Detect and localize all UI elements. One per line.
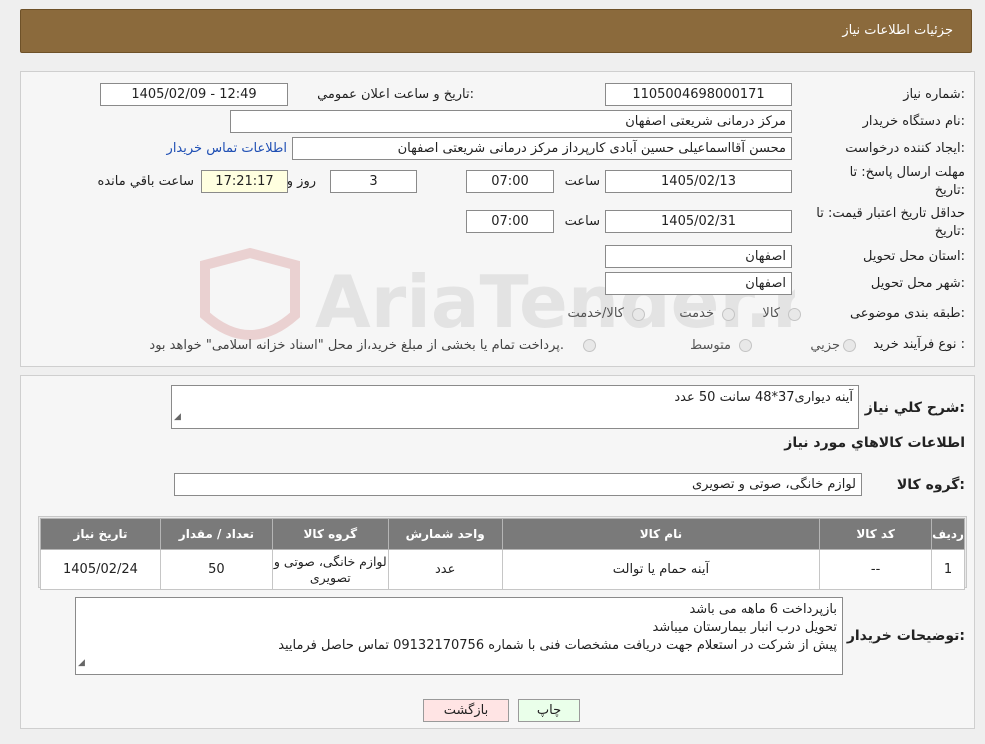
column-header-unit: واحد شمارش bbox=[387, 518, 503, 550]
category-option-goods: کالا bbox=[762, 306, 780, 321]
reply-days-label: روز و bbox=[286, 174, 316, 189]
cell-item-code: -- bbox=[819, 549, 933, 590]
purchase-type-radio-medium[interactable] bbox=[739, 339, 752, 352]
goods-group-field: لوازم خانگی، صوتی و تصویری bbox=[174, 473, 862, 496]
purchase-type-radio-treasury[interactable] bbox=[583, 339, 596, 352]
city-label: شهر محل تحويل: bbox=[870, 276, 965, 291]
column-header-goods-group: گروه کالا bbox=[271, 518, 389, 550]
buyer-notes-line: بازپرداخت 6 ماهه می باشد bbox=[689, 602, 837, 617]
province-label: استان محل تحويل: bbox=[863, 249, 965, 264]
purchase-type-label: نوع فرآیند خرید : bbox=[873, 337, 965, 352]
reply-deadline-time-label: ساعت bbox=[564, 174, 600, 189]
items-table: رديف کد کالا نام کالا واحد شمارش گروه کا… bbox=[40, 518, 965, 590]
purchase-type-option-medium: متوسط bbox=[690, 338, 731, 353]
description-textarea[interactable]: آینه دیواری37*48 سانت 50 عدد ◢ bbox=[171, 385, 859, 429]
buyer-notes-line: تحویل درب انبار بیمارستان میباشد bbox=[652, 620, 837, 635]
page-title: جزئیات اطلاعات نیاز bbox=[842, 23, 953, 38]
reply-days-field: 3 bbox=[330, 170, 417, 193]
price-validity-time-field: 07:00 bbox=[466, 210, 554, 233]
category-radio-service[interactable] bbox=[722, 308, 735, 321]
category-option-service: خدمت bbox=[679, 306, 714, 321]
header-bar: جزئیات اطلاعات نیاز bbox=[20, 9, 972, 53]
category-radio-goods-service[interactable] bbox=[632, 308, 645, 321]
reply-deadline-time-field: 07:00 bbox=[466, 170, 554, 193]
back-button[interactable]: بازگشت bbox=[423, 699, 509, 722]
purchase-type-radio-small[interactable] bbox=[843, 339, 856, 352]
goods-section-title: اطلاعات کالاهاي مورد نياز bbox=[784, 435, 965, 451]
price-validity-time-label: ساعت bbox=[564, 214, 600, 229]
price-validity-date-field: 1405/02/31 bbox=[605, 210, 792, 233]
buyer-notes-textarea[interactable]: بازپرداخت 6 ماهه می باشد تحویل درب انبار… bbox=[75, 597, 843, 675]
table-row: 1 -- آینه حمام یا توالت عدد لوازم خانگی،… bbox=[40, 549, 965, 590]
column-header-need-date: تاريخ نياز bbox=[40, 518, 161, 550]
column-header-row-number: رديف bbox=[931, 518, 965, 550]
resize-handle-icon[interactable]: ◢ bbox=[174, 408, 181, 426]
buyer-org-label: نام دستگاه خريدار: bbox=[862, 114, 965, 129]
buyer-contact-link[interactable]: اطلاعات تماس خريدار bbox=[167, 141, 287, 156]
category-option-goods-service: کالا/خدمت bbox=[567, 306, 624, 321]
column-header-quantity: تعداد / مقدار bbox=[159, 518, 273, 550]
announce-datetime-field: 1405/02/09 - 12:49 bbox=[100, 83, 288, 106]
print-button[interactable]: چاپ bbox=[518, 699, 580, 722]
purchase-type-option-small: جزيي bbox=[810, 338, 840, 353]
resize-handle-icon[interactable]: ◢ bbox=[78, 654, 85, 672]
description-text: آینه دیواری37*48 سانت 50 عدد bbox=[674, 390, 853, 405]
cell-item-name: آینه حمام یا توالت bbox=[501, 549, 821, 590]
buyer-org-field: مرکز درمانی شریعتی اصفهان bbox=[230, 110, 792, 133]
category-label: طبقه بندی موضوعی: bbox=[849, 306, 965, 321]
goods-group-label: گروه کالا: bbox=[896, 477, 965, 493]
cell-row-number: 1 bbox=[931, 549, 965, 590]
purchase-type-note: پرداخت تمام یا بخشی از مبلغ خرید،از محل … bbox=[149, 338, 564, 353]
buyer-notes-line: پیش از شرکت در استعلام جهت دریافت مشخصات… bbox=[278, 638, 837, 653]
reply-deadline-label: مهلت ارسال پاسخ: تا bbox=[849, 165, 965, 180]
price-validity-label-2: تاريخ: bbox=[934, 224, 965, 239]
cell-quantity: 50 bbox=[159, 549, 273, 590]
remaining-time-label: ساعت باقي مانده bbox=[97, 174, 194, 189]
province-field: اصفهان bbox=[605, 245, 792, 268]
city-field: اصفهان bbox=[605, 272, 792, 295]
cell-need-date: 1405/02/24 bbox=[40, 549, 161, 590]
reply-deadline-label-2: تاريخ: bbox=[934, 183, 965, 198]
price-validity-label: حداقل تاريخ اعتبار قيمت: تا bbox=[816, 206, 965, 221]
cell-goods-group: لوازم خانگی، صوتی و تصویری bbox=[271, 549, 389, 590]
column-header-item-code: کد کالا bbox=[819, 518, 933, 550]
requester-label: ايجاد کننده درخواست: bbox=[845, 141, 965, 156]
column-header-item-name: نام کالا bbox=[501, 518, 821, 550]
requester-field: محسن آقااسماعیلی حسین آبادی کارپرداز مرک… bbox=[292, 137, 792, 160]
reply-deadline-date-field: 1405/02/13 bbox=[605, 170, 792, 193]
announce-datetime-label: تاریخ و ساعت اعلان عمومي: bbox=[317, 87, 474, 102]
cell-unit: عدد bbox=[387, 549, 503, 590]
category-radio-goods[interactable] bbox=[788, 308, 801, 321]
remaining-time-field: 17:21:17 bbox=[201, 170, 288, 193]
buyer-notes-label: توضيحات خريدار: bbox=[846, 628, 965, 644]
description-label: شرح کلي نياز: bbox=[864, 400, 965, 416]
need-number-field: 1105004698000171 bbox=[605, 83, 792, 106]
need-number-label: شماره نیاز: bbox=[903, 87, 965, 102]
